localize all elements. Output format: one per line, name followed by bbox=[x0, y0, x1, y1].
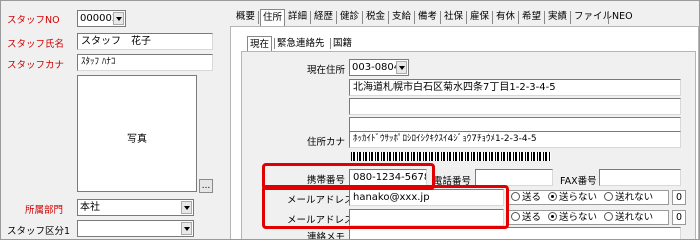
tab-separator bbox=[466, 11, 467, 24]
fax-field[interactable] bbox=[599, 169, 681, 186]
postal-code-select[interactable]: 003-0804 bbox=[349, 59, 409, 76]
tab-11[interactable]: 有休 bbox=[494, 9, 517, 25]
tab-separator bbox=[284, 11, 285, 24]
tab-separator bbox=[440, 11, 441, 24]
tab-15[interactable]: NEO bbox=[610, 9, 635, 25]
tab-separator bbox=[518, 11, 519, 24]
tab-separator bbox=[258, 11, 259, 24]
tab-6[interactable]: 税金 bbox=[364, 9, 387, 25]
subtab-2[interactable]: 緊急連絡先 bbox=[277, 36, 325, 51]
tab-10[interactable]: 雇保 bbox=[468, 9, 491, 25]
tab-5[interactable]: 健診 bbox=[338, 9, 361, 25]
tab-separator bbox=[310, 11, 311, 24]
phone-field[interactable] bbox=[475, 169, 553, 186]
subtab-1[interactable]: 現在 bbox=[247, 36, 273, 51]
staff-window: スタッフNO 000003 スタッフ氏名 スタッフ 花子 スタッフカナ ｽﾀｯﾌ… bbox=[0, 0, 700, 240]
subtab-separator bbox=[274, 38, 275, 49]
photo-browse-button[interactable]: ... bbox=[199, 179, 213, 193]
email2-radio-send[interactable]: 送る bbox=[511, 212, 541, 223]
email1-send-radio-group: 送る 送らない 送れない bbox=[507, 190, 669, 205]
chevron-down-icon bbox=[181, 201, 192, 214]
tab-13[interactable]: 実績 bbox=[546, 9, 569, 25]
tab-2[interactable]: 住所 bbox=[260, 9, 286, 26]
staff-no-select[interactable]: 000003 bbox=[77, 10, 126, 27]
tab-separator bbox=[414, 11, 415, 24]
address-kana-field[interactable]: ﾎｯｶｲﾄﾞｳｻｯﾎﾟﾛｼﾛｲｼｸｷｸｽｲ4ｼﾞｮｳ7ﾁｮｳﾒ1-2-3-4-5 bbox=[349, 131, 681, 148]
email2-radio-cannot[interactable]: 送れない bbox=[604, 212, 653, 223]
address-line-field[interactable]: 北海道札幌市白石区菊水四条7丁目1-2-3-4-5 bbox=[349, 79, 681, 96]
fax-label: FAX番号 bbox=[560, 176, 597, 187]
tab-12[interactable]: 希望 bbox=[520, 9, 543, 25]
email1-radio-nosend[interactable]: 送らない bbox=[548, 192, 597, 203]
staff-name-label: スタッフ氏名 bbox=[7, 39, 65, 50]
tab-9[interactable]: 社保 bbox=[442, 9, 465, 25]
email2-number[interactable]: 0 bbox=[672, 210, 686, 225]
staff-class-select[interactable] bbox=[77, 220, 194, 237]
photo-label: 写真 bbox=[127, 134, 147, 145]
postal-code-value: 003-0804 bbox=[352, 62, 401, 73]
contact-memo-label: 連絡メモ bbox=[307, 232, 346, 240]
department-label: 所属部門 bbox=[25, 205, 64, 216]
highlight-box-email bbox=[262, 185, 509, 229]
chevron-down-icon bbox=[181, 222, 192, 235]
address-kana-barcode bbox=[351, 152, 551, 161]
staff-kana-label: スタッフカナ bbox=[7, 60, 65, 71]
tab-separator bbox=[544, 11, 545, 24]
tab-separator bbox=[570, 11, 571, 24]
tab-3[interactable]: 詳細 bbox=[286, 9, 309, 25]
tab-7[interactable]: 支給 bbox=[390, 9, 413, 25]
tab-separator bbox=[336, 11, 337, 24]
tab-1[interactable]: 概要 bbox=[234, 9, 257, 25]
staff-name-field[interactable]: スタッフ 花子 bbox=[77, 33, 213, 50]
staff-no-label: スタッフNO bbox=[7, 15, 60, 26]
tab-separator bbox=[608, 11, 609, 24]
tab-separator bbox=[388, 11, 389, 24]
address-line2-field[interactable] bbox=[349, 98, 681, 115]
tab-separator bbox=[492, 11, 493, 24]
email1-radio-send[interactable]: 送る bbox=[511, 192, 541, 203]
email1-radio-cannot[interactable]: 送れない bbox=[604, 192, 653, 203]
chevron-down-icon bbox=[396, 61, 407, 74]
staff-kana-field[interactable]: ｽﾀｯﾌ ﾊﾅｺ bbox=[77, 54, 213, 71]
email2-send-radio-group: 送る 送らない 送れない bbox=[507, 210, 669, 225]
staff-class-label: スタッフ区分1 bbox=[7, 226, 71, 237]
department-value: 本社 bbox=[80, 202, 100, 213]
chevron-down-icon bbox=[113, 12, 124, 25]
photo-box[interactable]: 写真 bbox=[77, 75, 197, 192]
tab-8[interactable]: 備考 bbox=[416, 9, 439, 25]
email2-radio-nosend[interactable]: 送らない bbox=[548, 212, 597, 223]
tab-4[interactable]: 経歴 bbox=[312, 9, 335, 25]
subtab-separator bbox=[330, 38, 331, 49]
department-select[interactable]: 本社 bbox=[77, 199, 194, 216]
subtab-3[interactable]: 国籍 bbox=[333, 36, 352, 51]
email1-number[interactable]: 0 bbox=[672, 190, 686, 205]
tab-separator bbox=[362, 11, 363, 24]
current-address-label: 現在住所 bbox=[307, 65, 346, 76]
address-kana-label: 住所カナ bbox=[307, 137, 346, 148]
